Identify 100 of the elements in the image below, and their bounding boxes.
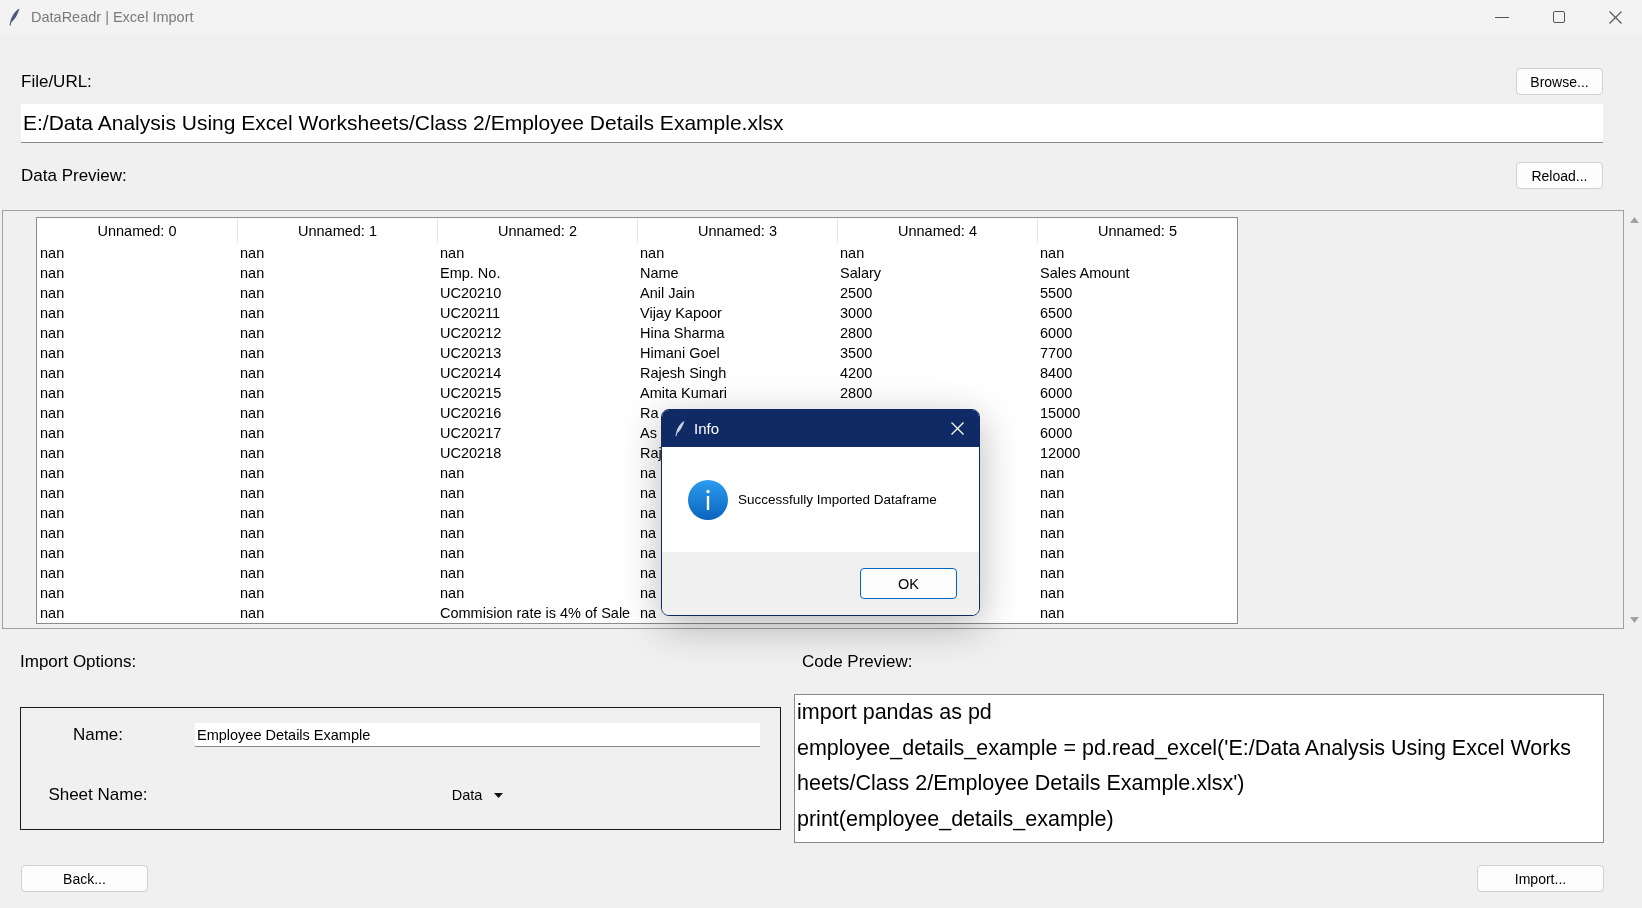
table-cell: nan — [440, 564, 465, 582]
file-url-label: File/URL: — [21, 71, 92, 92]
column-header[interactable]: Unnamed: 4 — [898, 222, 977, 239]
table-cell: nan — [40, 304, 65, 322]
table-cell: nan — [40, 324, 65, 342]
table-cell: nan — [840, 244, 865, 262]
ok-button[interactable]: OK — [860, 568, 957, 599]
table-cell: UC20211 — [440, 304, 501, 322]
table-cell: 2800 — [840, 384, 873, 402]
table-cell: 6500 — [1040, 304, 1073, 322]
dialog-message: Successfully Imported Dataframe — [738, 492, 937, 507]
table-cell: na — [640, 484, 657, 502]
table-cell: Emp. No. — [440, 264, 501, 282]
table-cell: nan — [40, 244, 65, 262]
import-button[interactable]: Import... — [1477, 865, 1604, 892]
table-cell: UC20213 — [440, 344, 502, 362]
table-cell: na — [640, 604, 657, 622]
table-cell: nan — [240, 444, 265, 462]
table-cell: nan — [40, 284, 65, 302]
table-cell: nan — [240, 404, 265, 422]
code-line: print(employee_details_example) — [797, 805, 1114, 833]
window-title: DataReadr | Excel Import — [31, 9, 194, 25]
table-cell: na — [640, 464, 657, 482]
table-cell: nan — [1040, 604, 1065, 622]
table-cell: nan — [440, 524, 465, 542]
table-cell: nan — [40, 404, 65, 422]
table-cell: Salary — [840, 264, 882, 282]
table-cell: UC20214 — [440, 364, 502, 382]
table-cell: nan — [240, 324, 265, 342]
info-icon — [688, 479, 728, 520]
table-cell: nan — [1040, 524, 1065, 542]
table-cell: na — [640, 584, 657, 602]
table-cell: nan — [440, 484, 465, 502]
code-line: import pandas as pd — [797, 699, 992, 726]
table-cell: 6000 — [1040, 384, 1073, 402]
column-header[interactable]: Unnamed: 2 — [498, 222, 577, 239]
table-cell: nan — [40, 544, 65, 562]
table-cell: nan — [240, 284, 265, 302]
minimize-icon[interactable] — [1495, 16, 1509, 18]
code-preview-label: Code Preview: — [802, 652, 913, 672]
table-cell: nan — [240, 244, 265, 262]
table-cell: nan — [1040, 504, 1065, 522]
table-cell: UC20212 — [440, 324, 502, 342]
code-line: employee_details_example = pd.read_excel('E:/Data Analysis Using Excel Works — [797, 734, 1571, 762]
table-cell: Name — [640, 264, 679, 282]
close-icon[interactable] — [1609, 10, 1622, 24]
table-cell: nan — [240, 264, 265, 282]
table-cell: Hina Sharma — [640, 324, 725, 342]
column-header[interactable]: Unnamed: 5 — [1098, 222, 1177, 239]
data-preview-label: Data Preview: — [21, 165, 127, 186]
dialog-title: Info — [694, 420, 720, 437]
table-cell: nan — [40, 524, 65, 542]
maximize-icon[interactable] — [1553, 11, 1565, 23]
table-cell: 6000 — [1040, 424, 1073, 442]
table-cell: nan — [40, 344, 65, 362]
table-cell: nan — [1040, 484, 1065, 502]
table-cell: nan — [1040, 564, 1065, 582]
table-cell: UC20216 — [440, 404, 502, 422]
table-cell: UC20218 — [440, 444, 502, 462]
browse-button[interactable]: Browse... — [1516, 68, 1603, 95]
table-cell: nan — [40, 444, 65, 462]
name-input[interactable]: Employee Details Example — [195, 723, 760, 747]
reload-button[interactable]: Reload... — [1516, 162, 1603, 189]
feather-icon — [9, 8, 20, 26]
table-cell: nan — [1040, 584, 1065, 602]
table-cell: nan — [240, 584, 265, 602]
table-cell: nan — [40, 384, 65, 402]
table-cell: nan — [240, 564, 265, 582]
table-cell: 15000 — [1040, 404, 1081, 422]
table-cell: nan — [40, 604, 65, 622]
table-cell: 7700 — [1040, 344, 1073, 362]
table-cell: nan — [240, 344, 265, 362]
table-cell: 2500 — [840, 284, 873, 302]
table-cell: nan — [40, 504, 65, 522]
table-cell: nan — [440, 504, 465, 522]
table-cell: nan — [240, 364, 265, 382]
table-cell: nan — [240, 524, 265, 542]
table-cell: 2800 — [840, 324, 873, 342]
table-cell: 6000 — [1040, 324, 1073, 342]
column-header[interactable]: Unnamed: 3 — [698, 222, 777, 239]
table-cell: nan — [40, 464, 65, 482]
table-cell: nan — [40, 564, 65, 582]
column-header[interactable]: Unnamed: 1 — [298, 222, 377, 239]
table-cell: nan — [1040, 544, 1065, 562]
table-cell: nan — [240, 464, 265, 482]
sheet-dropdown[interactable]: Data — [447, 783, 508, 807]
table-cell: nan — [240, 604, 265, 622]
table-cell: nan — [240, 304, 265, 322]
table-cell: nan — [40, 364, 65, 382]
table-cell: na — [640, 504, 657, 522]
code-line: heets/Class 2/Employee Details Example.xlsx') — [797, 770, 1245, 798]
table-cell: nan — [440, 464, 465, 482]
table-cell: UC20210 — [440, 284, 502, 302]
file-path-field[interactable]: E:/Data Analysis Using Excel Worksheets/Class 2/Employee Details Example.xlsx — [21, 104, 1603, 143]
table-cell: nan — [240, 484, 265, 502]
table-cell: nan — [40, 484, 65, 502]
back-button[interactable]: Back... — [21, 865, 148, 892]
column-header[interactable]: Unnamed: 0 — [97, 222, 177, 239]
field-label: Name: — [72, 725, 124, 745]
table-cell: Anil Jain — [640, 284, 695, 302]
